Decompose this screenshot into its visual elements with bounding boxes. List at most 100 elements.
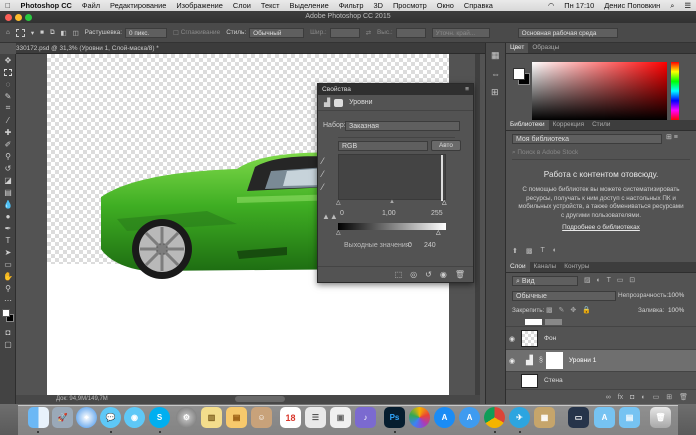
layer-filter-icons[interactable]: ▨ ◐ T ▭ ⊡: [584, 276, 637, 284]
layer-name[interactable]: Уровни 1: [569, 357, 597, 364]
finder-icon[interactable]: [28, 407, 49, 428]
new-selection-icon[interactable]: ■: [40, 29, 44, 36]
output-white-value[interactable]: 240: [424, 242, 436, 249]
preset-select[interactable]: Заказная: [345, 121, 460, 131]
history-brush-icon[interactable]: ↺: [0, 162, 16, 174]
move-tool-icon[interactable]: ✥: [0, 54, 16, 66]
layer-row-selected[interactable]: ◉ ▟ § Уровни 1: [506, 350, 696, 372]
more-tools-icon[interactable]: ⋯: [0, 294, 16, 306]
style-select[interactable]: Обычный: [249, 27, 305, 38]
layer-name[interactable]: Фон: [544, 335, 556, 342]
fill-value[interactable]: 100%: [668, 307, 684, 314]
marquee-tool-icon[interactable]: [15, 28, 25, 37]
link-layers-icon[interactable]: ∞: [606, 394, 611, 401]
trash-icon[interactable]: 🗑: [650, 407, 671, 428]
menu-3d[interactable]: 3D: [369, 1, 388, 10]
eraser-tool-icon[interactable]: ◪: [0, 174, 16, 186]
foreground-color-swatch[interactable]: [2, 309, 10, 317]
telegram-icon[interactable]: ✈: [509, 407, 530, 428]
zoom-tool-icon[interactable]: ⚲: [0, 282, 16, 294]
canvas-scrollbar-vertical[interactable]: [475, 54, 480, 395]
document-tab[interactable]: 330172.psd @ 31,3% (Уровни 1, Слой-маска…: [16, 43, 496, 54]
crop-tool-icon[interactable]: ⌗: [0, 102, 16, 114]
properties-panel-icon[interactable]: ⊞: [491, 87, 505, 98]
menu-image[interactable]: Изображение: [171, 1, 228, 10]
view-previous-icon[interactable]: ◎: [410, 270, 417, 279]
input-white-value[interactable]: 255: [431, 210, 443, 217]
tab-styles[interactable]: Стили: [588, 120, 614, 130]
layer-row[interactable]: Стена: [506, 372, 696, 390]
new-adjustment-icon[interactable]: ◐: [641, 394, 645, 401]
app-menu[interactable]: Photoshop CC: [16, 1, 77, 10]
properties-header[interactable]: Свойства ≡: [318, 84, 473, 95]
clip-to-layer-icon[interactable]: ⬚: [395, 270, 403, 279]
stock-search-input[interactable]: ⌕ Поиск в Adobe Stock: [512, 149, 690, 160]
shape-tool-icon[interactable]: ▭: [0, 258, 16, 270]
libraries-learn-more-link[interactable]: Подробнее о библиотеках: [506, 224, 696, 231]
quick-select-tool-icon[interactable]: ✎: [0, 90, 16, 102]
swap-icon[interactable]: ⇄: [366, 29, 371, 37]
zoom-window-button[interactable]: [25, 14, 32, 21]
layer-row-partial[interactable]: [506, 317, 696, 327]
lasso-tool-icon[interactable]: ◌: [0, 78, 16, 90]
fx-icon[interactable]: fx: [618, 394, 623, 401]
history-panel-icon[interactable]: ▦: [491, 50, 505, 61]
tab-channels[interactable]: Каналы: [530, 262, 561, 272]
library-select[interactable]: Моя библиотека: [512, 134, 662, 144]
menu-file[interactable]: Файл: [77, 1, 105, 10]
user-name[interactable]: Денис Поповкин: [599, 1, 665, 10]
system-preferences-icon[interactable]: ⚙: [176, 407, 197, 428]
path-select-tool-icon[interactable]: ➤: [0, 246, 16, 258]
quick-mask-icon[interactable]: ◘: [0, 326, 16, 338]
new-group-icon[interactable]: ▭: [653, 393, 660, 401]
type-tool-icon[interactable]: T: [0, 234, 16, 246]
monitor-icon[interactable]: ▭: [568, 407, 589, 428]
apple-icon[interactable]: : [0, 1, 16, 10]
levels-icon[interactable]: ▟: [324, 98, 330, 107]
input-gamma-slider[interactable]: ▲: [389, 199, 395, 205]
refine-edge-button[interactable]: Уточн. край...: [431, 27, 490, 38]
input-white-slider[interactable]: △: [442, 199, 447, 206]
auto-button[interactable]: Авто: [431, 140, 461, 151]
height-input[interactable]: [395, 27, 426, 38]
layer-row[interactable]: ◉ Фон: [506, 328, 696, 350]
healing-tool-icon[interactable]: ✚: [0, 126, 16, 138]
skype-icon[interactable]: S: [149, 407, 170, 428]
safari-icon[interactable]: ⌖: [76, 407, 97, 428]
add-mask-icon[interactable]: ◘: [630, 394, 634, 401]
photoshop-icon[interactable]: Ps: [384, 407, 405, 428]
messages-icon[interactable]: 💬: [100, 407, 121, 428]
input-gamma-value[interactable]: 1,00: [382, 210, 396, 217]
menu-text[interactable]: Текст: [256, 1, 285, 10]
hue-slider[interactable]: [671, 62, 679, 120]
panel-menu-icon[interactable]: ≡: [465, 84, 469, 95]
color-icon[interactable]: ◐: [553, 247, 557, 259]
home-icon[interactable]: ⌂: [6, 29, 10, 36]
reminders-icon[interactable]: ☰: [305, 407, 326, 428]
layer-name[interactable]: Стена: [544, 377, 563, 384]
intersect-selection-icon[interactable]: ◫: [73, 29, 79, 37]
view-list-icon[interactable]: ⊞ ≡: [666, 133, 678, 141]
menu-window[interactable]: Окно: [432, 1, 459, 10]
input-black-value[interactable]: 0: [340, 210, 344, 217]
white-eyedropper-icon[interactable]: ⁄: [322, 182, 324, 192]
layer-filter-select[interactable]: ⌕ Вид: [512, 276, 578, 286]
notes-icon[interactable]: ▥: [201, 407, 222, 428]
tab-layers[interactable]: Слои: [506, 262, 530, 272]
contacts-icon[interactable]: ☺: [251, 407, 272, 428]
menu-help[interactable]: Справка: [459, 1, 498, 10]
applications-folder-icon[interactable]: A: [594, 407, 615, 428]
chrome-icon[interactable]: [484, 407, 505, 428]
chain-link-icon[interactable]: §: [539, 357, 543, 364]
wifi-icon[interactable]: ◠: [543, 1, 559, 10]
documents-folder-icon[interactable]: ▤: [619, 407, 640, 428]
delete-icon[interactable]: 🗑: [455, 270, 465, 279]
dodge-tool-icon[interactable]: ●: [0, 210, 16, 222]
text-icon[interactable]: T: [541, 247, 545, 259]
add-selection-icon[interactable]: ⧉: [50, 29, 55, 37]
menu-filter[interactable]: Фильтр: [334, 1, 369, 10]
mask-icon[interactable]: [334, 98, 344, 107]
delete-layer-icon[interactable]: 🗑: [679, 393, 688, 401]
workspace-select[interactable]: Основная рабочая среда: [517, 27, 618, 38]
app-store-alt-icon[interactable]: A: [459, 407, 480, 428]
